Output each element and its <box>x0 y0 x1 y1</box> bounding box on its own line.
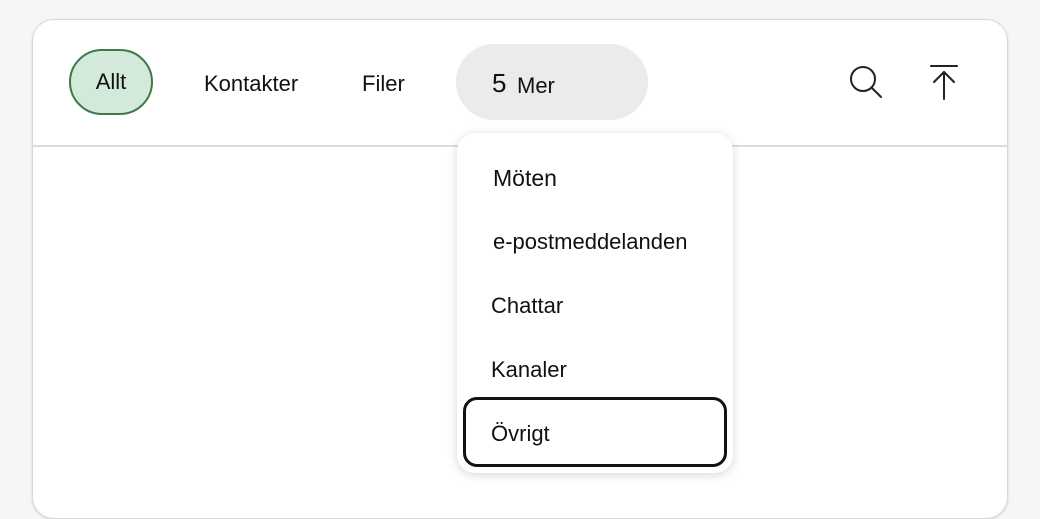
menu-item-emails[interactable]: e-postmeddelanden <box>493 228 687 256</box>
search-icon <box>850 66 882 98</box>
more-button[interactable]: 5 Mer <box>456 44 648 120</box>
more-label: Mer <box>517 73 555 98</box>
menu-item-other[interactable]: Övrigt <box>491 420 550 448</box>
menu-item-chats[interactable]: Chattar <box>491 292 563 320</box>
more-dropdown-menu: Möten e-postmeddelanden Chattar Kanaler … <box>457 133 733 473</box>
more-count: 5 <box>492 68 507 98</box>
tab-all[interactable]: Allt <box>69 49 153 115</box>
tab-files[interactable]: Filer <box>362 70 405 98</box>
search-button[interactable] <box>846 62 886 102</box>
tab-all-label: Allt <box>95 69 127 94</box>
menu-item-channels[interactable]: Kanaler <box>491 356 567 384</box>
arrow-up-to-top-icon <box>930 65 958 100</box>
menu-item-meetings[interactable]: Möten <box>493 164 557 192</box>
scroll-to-top-button[interactable] <box>924 62 964 102</box>
search-scope-card: Allt Kontakter Filer 5 Mer Möten e-postm… <box>32 19 1008 519</box>
tab-contacts[interactable]: Kontakter <box>204 70 298 98</box>
